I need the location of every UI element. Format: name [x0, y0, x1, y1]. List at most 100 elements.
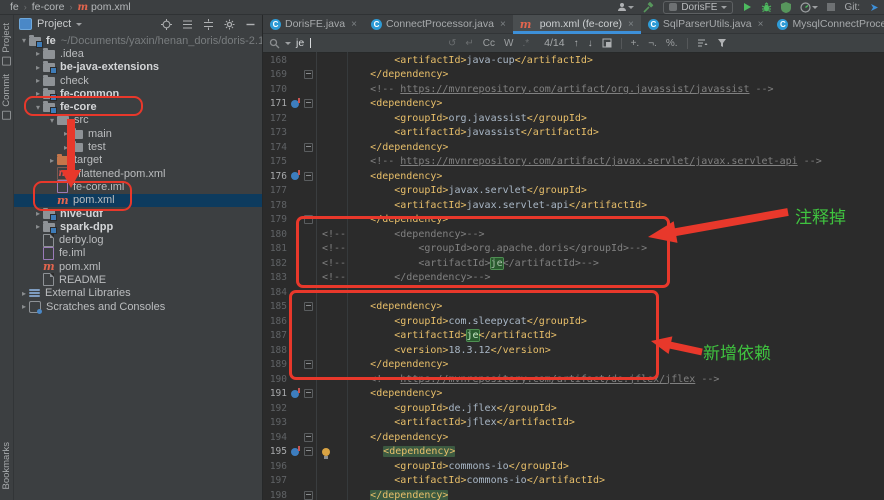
code-line-180[interactable]: 180<!-- <dependency>--> [263, 227, 884, 242]
tab-DorisFE.java[interactable]: CDorisFE.java× [263, 15, 364, 33]
code-line-185[interactable]: 185 <dependency> [263, 300, 884, 315]
chevron-down-icon[interactable]: ▾ [47, 116, 57, 125]
tree-item-External-Libraries[interactable]: ▸External Libraries [13, 287, 262, 300]
tree-item-fe-common[interactable]: ▸fe-common [13, 87, 262, 100]
tab-pom.xml-fe-core-[interactable]: mpom.xml (fe-core)× [513, 15, 641, 33]
code-line-198[interactable]: 198 </dependency> [263, 488, 884, 500]
tab-ConnectProcessor.java[interactable]: CConnectProcessor.java× [364, 15, 513, 33]
code-line-182[interactable]: 182<!-- <artifactId>je</artifactId>--> [263, 256, 884, 271]
tree-item-derby.log[interactable]: derby.log [13, 233, 262, 246]
coverage-button[interactable] [781, 2, 791, 13]
tree-item-fe[interactable]: ▾fe~/Documents/yaxin/henan_doris/doris-2… [13, 34, 262, 47]
tool-button-commit[interactable]: Commit [1, 74, 12, 120]
search-input[interactable]: je [263, 37, 311, 49]
code-line-186[interactable]: 186 <groupId>com.sleepycat</groupId> [263, 314, 884, 329]
chevron-right-icon[interactable]: ▸ [33, 222, 43, 231]
tool-button-bookmarks[interactable]: Bookmarks [1, 442, 12, 490]
new-line-icon[interactable]: ↵ [465, 38, 473, 49]
build-hammer-icon[interactable] [643, 2, 654, 13]
code-line-173[interactable]: 173 <artifactId>javassist</artifactId> [263, 126, 884, 141]
tree-item-pom.xml[interactable]: mpom.xml [13, 194, 262, 207]
whole-words-toggle[interactable]: W [504, 38, 513, 49]
code-line-169[interactable]: 169 </dependency> [263, 68, 884, 83]
tree-item-hive-udf[interactable]: ▸hive-udf [13, 207, 262, 220]
tree-item-Scratches-and-Consoles[interactable]: ▸Scratches and Consoles [13, 300, 262, 313]
run-configuration-select[interactable]: DorisFE [663, 1, 733, 14]
chevron-down-icon[interactable] [76, 23, 82, 26]
regex-toggle[interactable]: .* [522, 38, 529, 49]
debug-button[interactable] [761, 2, 772, 13]
chevron-right-icon[interactable]: ▸ [33, 209, 43, 218]
code-line-192[interactable]: 192 <groupId>de.jflex</groupId> [263, 401, 884, 416]
close-icon[interactable]: × [758, 19, 764, 30]
tab-MysqlConnectProcessor.java[interactable]: CMysqlConnectProcessor.java× [770, 15, 884, 33]
code-line-178[interactable]: 178 <artifactId>javax.servlet-api</artif… [263, 198, 884, 213]
intention-bulb-icon[interactable] [322, 448, 330, 456]
bookmark-icon[interactable] [291, 100, 299, 108]
tree-item-main[interactable]: ▸main [13, 127, 262, 140]
code-line-171[interactable]: 171 <dependency> [263, 97, 884, 112]
tree-item-fe.iml[interactable]: fe.iml [13, 247, 262, 260]
hide-panel-icon[interactable] [245, 19, 256, 30]
tree-item-spark-dpp[interactable]: ▸spark-dpp [13, 220, 262, 233]
search-history-icon[interactable] [285, 42, 291, 45]
run-button[interactable] [742, 2, 752, 12]
code-line-181[interactable]: 181<!-- <groupId>org.apache.doris</group… [263, 242, 884, 257]
tree-item-pom.xml[interactable]: mpom.xml [13, 260, 262, 273]
regex-hint-icon[interactable]: ↺ [448, 38, 456, 49]
bookmark-icon[interactable] [291, 390, 299, 398]
code-line-177[interactable]: 177 <groupId>javax.servlet</groupId> [263, 184, 884, 199]
tree-item-README[interactable]: README [13, 273, 262, 286]
comment-link[interactable]: https://mvnrepository.com/artifact/org.j… [400, 84, 749, 95]
settings-gear-icon[interactable] [224, 19, 235, 30]
code-line-189[interactable]: 189 </dependency> [263, 358, 884, 373]
close-icon[interactable]: × [628, 19, 634, 30]
chevron-right-icon[interactable]: ▸ [33, 89, 43, 98]
tool-button-project[interactable]: Project [1, 23, 12, 66]
profiler-button[interactable] [800, 2, 818, 13]
match-case-toggle[interactable]: Cc [483, 38, 495, 49]
chevron-down-icon[interactable]: ▾ [33, 103, 43, 112]
fold-marker-icon[interactable] [304, 70, 313, 79]
code-line-194[interactable]: 194 </dependency> [263, 430, 884, 445]
code-line-168[interactable]: 168 <artifactId>java-cup</artifactId> [263, 53, 884, 68]
breadcrumb[interactable]: fe›fe-core›mpom.xml [0, 1, 131, 13]
fold-marker-icon[interactable] [304, 99, 313, 108]
code-line-174[interactable]: 174 </dependency> [263, 140, 884, 155]
tree-item-target[interactable]: ▸target [13, 154, 262, 167]
code-line-179[interactable]: 179 </dependency> [263, 213, 884, 228]
add-occurrence-button[interactable]: +. [631, 38, 640, 49]
tree-item-src[interactable]: ▾src [13, 114, 262, 127]
chevron-right-icon[interactable]: ▸ [33, 49, 43, 58]
fold-marker-icon[interactable] [304, 302, 313, 311]
code-line-183[interactable]: 183<!-- </dependency>--> [263, 271, 884, 286]
code-line-176[interactable]: 176 <dependency> [263, 169, 884, 184]
chevron-right-icon[interactable]: ▸ [47, 156, 57, 165]
locate-file-icon[interactable] [161, 19, 172, 30]
find-in-selection-icon[interactable] [602, 38, 612, 48]
tab-SqlParserUtils.java[interactable]: CSqlParserUtils.java× [641, 15, 771, 33]
fold-marker-icon[interactable] [304, 172, 313, 181]
fold-marker-icon[interactable] [304, 389, 313, 398]
bookmark-icon[interactable] [291, 172, 299, 180]
code-line-196[interactable]: 196 <groupId>commons-io</groupId> [263, 459, 884, 474]
tree-item-check[interactable]: ▸check [13, 74, 262, 87]
user-profile-icon[interactable] [617, 2, 634, 12]
code-line-193[interactable]: 193 <artifactId>jflex</artifactId> [263, 416, 884, 431]
code-line-188[interactable]: 188 <version>18.3.12</version> [263, 343, 884, 358]
breadcrumb-item-fe-core[interactable]: fe-core [32, 1, 65, 13]
code-line-172[interactable]: 172 <groupId>org.javassist</groupId> [263, 111, 884, 126]
expand-all-icon[interactable] [182, 19, 193, 30]
code-line-190[interactable]: 190 <!-- https://mvnrepository.com/artif… [263, 372, 884, 387]
fold-marker-icon[interactable] [304, 447, 313, 456]
fold-marker-icon[interactable] [304, 215, 313, 224]
chevron-down-icon[interactable]: ▾ [19, 36, 29, 45]
chevron-right-icon[interactable]: ▸ [61, 129, 71, 138]
stop-button[interactable] [827, 3, 835, 11]
code-line-184[interactable]: 184 [263, 285, 884, 300]
select-all-occurrences-button[interactable]: %. [666, 38, 678, 49]
tree-item-test[interactable]: ▸test [13, 140, 262, 153]
close-icon[interactable]: × [500, 19, 506, 30]
tree-item-be-java-extensions[interactable]: ▸be-java-extensions [13, 61, 262, 74]
chevron-right-icon[interactable]: ▸ [19, 289, 29, 298]
